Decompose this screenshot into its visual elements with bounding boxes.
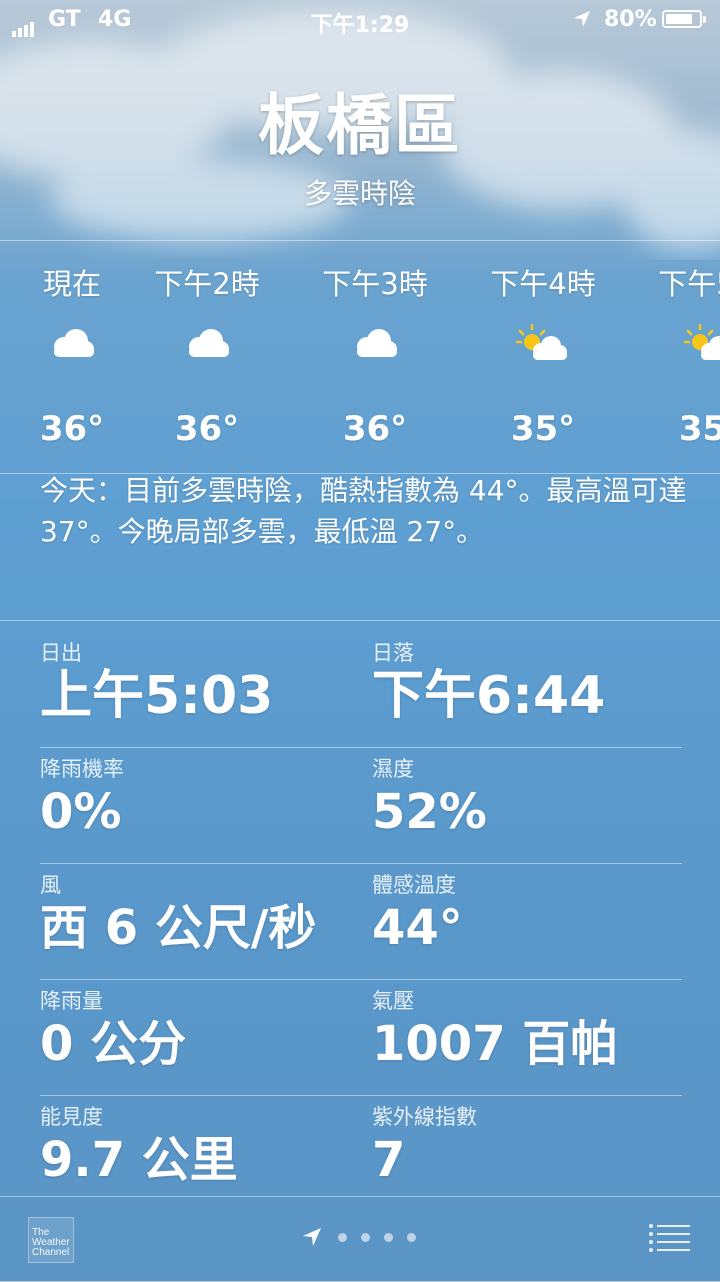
hourly-forecast[interactable]: 現在 36° 下午2時 36° 下午3時 36° 下午4時 35° 下午5時 xyxy=(0,240,720,474)
uv-index-value: 7 xyxy=(372,1132,406,1188)
uv-index-cell: 紫外線指數 7 xyxy=(372,1096,477,1189)
precipitation-cell: 降雨量 0 公分 xyxy=(40,980,186,1073)
divider xyxy=(0,620,720,621)
wind-label: 風 xyxy=(40,873,61,897)
current-location-icon xyxy=(303,1228,321,1246)
uv-index-label: 紫外線指數 xyxy=(372,1105,477,1129)
location-services-icon xyxy=(574,11,590,27)
sunset-cell: 日落 下午6:44 xyxy=(372,632,605,725)
feels-like-label: 體感溫度 xyxy=(372,873,456,897)
rain-chance-label: 降雨機率 xyxy=(40,757,124,781)
humidity-value: 52% xyxy=(372,784,487,840)
location-header: 板橋區 多雲時陰 xyxy=(0,86,720,212)
hour-label: 下午3時 xyxy=(322,267,428,301)
details-row: 能見度 9.7 公里 紫外線指數 7 xyxy=(40,1096,682,1211)
visibility-cell: 能見度 9.7 公里 xyxy=(40,1096,238,1189)
logo-line: Channel xyxy=(32,1247,70,1258)
sunset-label: 日落 xyxy=(372,641,414,665)
pressure-value: 1007 百帕 xyxy=(372,1016,619,1072)
partly-sunny-icon xyxy=(515,323,567,360)
visibility-label: 能見度 xyxy=(40,1105,103,1129)
humidity-label: 濕度 xyxy=(372,757,414,781)
pressure-label: 氣壓 xyxy=(372,989,414,1013)
status-bar: GT 4G 下午1:29 80% xyxy=(0,0,720,40)
cloud-icon xyxy=(357,329,397,357)
sunrise-label: 日出 xyxy=(40,641,82,665)
rain-chance-value: 0% xyxy=(40,784,122,840)
humidity-cell: 濕度 52% xyxy=(372,748,487,841)
wind-value: 西 6 公尺/秒 xyxy=(40,900,317,956)
page-dot[interactable] xyxy=(361,1233,370,1242)
pressure-cell: 氣壓 1007 百帕 xyxy=(372,980,618,1073)
battery-percent: 80% xyxy=(604,7,657,32)
hour-temperature: 36° xyxy=(174,409,240,449)
city-list-icon[interactable] xyxy=(648,1223,690,1253)
hour-temperature: 35° xyxy=(678,409,720,449)
page-dot[interactable] xyxy=(338,1233,347,1242)
hour-label: 下午2時 xyxy=(154,267,260,301)
page-dot[interactable] xyxy=(384,1233,393,1242)
sunrise-value: 上午5:03 xyxy=(40,666,274,726)
details-row: 降雨機率 0% 濕度 52% xyxy=(40,748,682,864)
hour-label: 下午5時 xyxy=(658,267,720,301)
hour-label: 下午4時 xyxy=(490,267,596,301)
sunrise-cell: 日出 上午5:03 xyxy=(40,632,273,725)
feels-like-value: 44° xyxy=(372,900,463,956)
precipitation-label: 降雨量 xyxy=(40,989,103,1013)
weather-channel-logo[interactable]: The Weather Channel xyxy=(28,1217,74,1263)
daily-summary: 今天：目前多雲時陰，酷熱指數為 44°。最高溫可達 37°。今晚局部多雲，最低溫… xyxy=(40,474,687,548)
battery-icon xyxy=(662,10,706,28)
rain-chance-cell: 降雨機率 0% xyxy=(40,748,124,841)
details-row: 降雨量 0 公分 氣壓 1007 百帕 xyxy=(40,980,682,1096)
sunset-value: 下午6:44 xyxy=(372,666,606,726)
hour-label: 現在 xyxy=(42,267,101,301)
current-condition: 多雲時陰 xyxy=(303,177,416,210)
wind-cell: 風 西 6 公尺/秒 xyxy=(40,864,316,957)
details-row: 日出 上午5:03 日落 下午6:44 xyxy=(40,632,682,748)
precipitation-value: 0 公分 xyxy=(40,1016,187,1072)
partly-sunny-icon xyxy=(683,323,720,360)
bottom-toolbar: The Weather Channel xyxy=(0,1196,720,1282)
weather-details[interactable]: 日出 上午5:03 日落 下午6:44 降雨機率 0% 濕度 52% 風 西 6… xyxy=(40,632,682,1211)
hour-temperature: 36° xyxy=(39,409,105,449)
hour-temperature: 36° xyxy=(342,409,408,449)
page-dot[interactable] xyxy=(407,1233,416,1242)
feels-like-cell: 體感溫度 44° xyxy=(372,864,463,957)
details-row: 風 西 6 公尺/秒 體感溫度 44° xyxy=(40,864,682,980)
cloud-icon xyxy=(54,329,94,357)
city-name: 板橋區 xyxy=(258,87,462,164)
hour-temperature: 35° xyxy=(510,409,576,449)
visibility-value: 9.7 公里 xyxy=(40,1132,238,1188)
cloud-icon xyxy=(189,329,229,357)
